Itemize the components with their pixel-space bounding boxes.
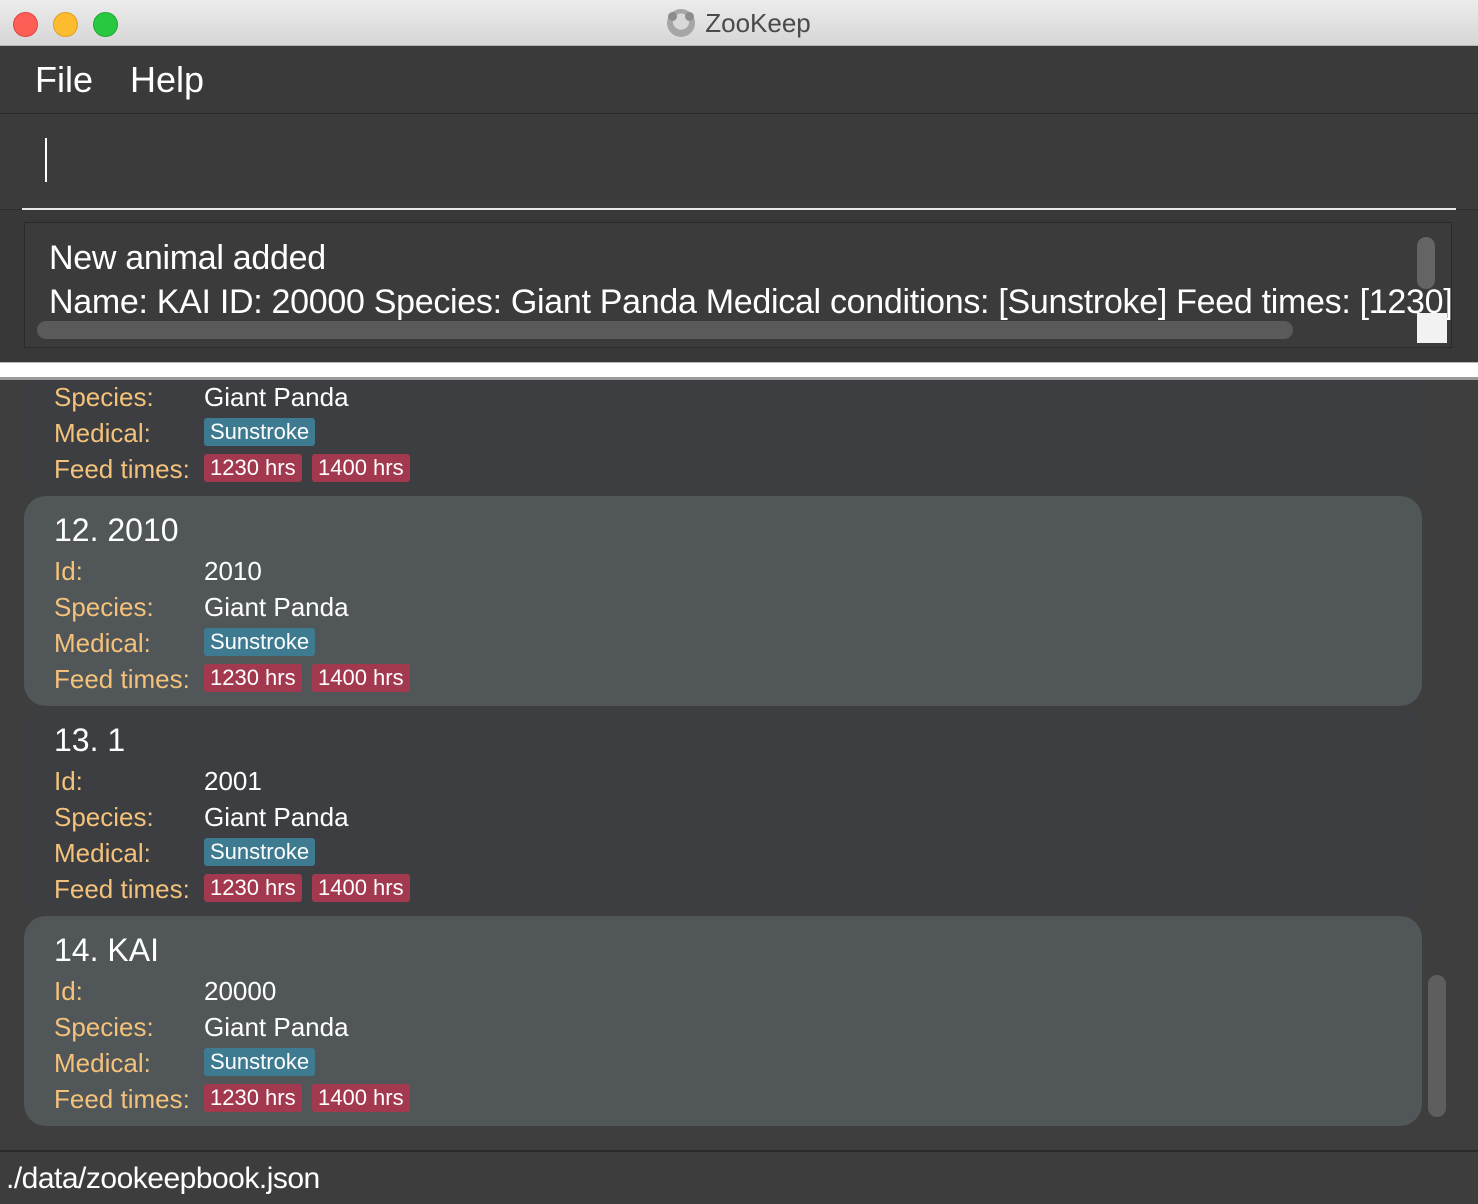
feed-times-label: Feed times: [54,1084,190,1114]
medical-tag: Sunstroke [204,1048,316,1076]
window-title: ZooKeep [705,7,811,38]
menu-file[interactable]: File [35,59,93,101]
animal-card[interactable]: 14. KAI Id: 20000 Species: Giant Panda M… [24,916,1422,1126]
id-label: Id: [54,976,83,1006]
medical-label: Medical: [54,418,151,448]
feed-time-tag: 1400 hrs [312,1084,410,1112]
data-file-path: ./data/zookeepbook.json [6,1162,320,1195]
title-bar: ZooKeep [0,0,1478,46]
medical-tag: Sunstroke [204,838,316,866]
feed-times-label: Feed times: [54,454,190,484]
animal-card[interactable]: 12. 2010 Id: 2010 Species: Giant Panda M… [24,496,1422,706]
species-label: Species: [54,382,154,412]
feed-time-tag: 1230 hrs [204,874,302,902]
id-value: 20000 [204,976,277,1006]
result-vertical-scrollbar[interactable] [1417,237,1435,289]
command-input[interactable] [22,138,1456,210]
animal-title: 14. KAI [54,932,159,968]
menu-help[interactable]: Help [130,59,204,101]
koala-app-icon [667,9,696,37]
species-value: Giant Panda [204,802,349,832]
feed-time-tag: 1230 hrs [204,664,302,692]
species-value: Giant Panda [204,592,349,622]
result-details: Name: KAI ID: 20000 Species: Giant Panda… [49,283,1452,321]
result-horizontal-scrollbar[interactable] [37,321,1293,339]
species-value: Giant Panda [204,1012,349,1042]
text-caret [45,138,47,182]
species-label: Species: [54,802,154,832]
menu-bar: File Help [0,46,1478,114]
result-display[interactable]: New animal added Name: KAI ID: 20000 Spe… [24,222,1452,348]
list-scrollbar[interactable] [1428,975,1446,1117]
medical-tag: Sunstroke [204,628,316,656]
species-label: Species: [54,592,154,622]
id-value: 2001 [204,766,262,796]
feed-times-label: Feed times: [54,664,190,694]
medical-label: Medical: [54,1048,151,1078]
feed-time-tag: 1400 hrs [312,874,410,902]
split-pane-divider[interactable] [0,362,1478,380]
feed-time-tag: 1400 hrs [312,454,410,482]
animal-list[interactable]: Species: Giant Panda Medical: Sunstroke … [0,380,1478,1150]
feed-time-tag: 1230 hrs [204,1084,302,1112]
medical-tag: Sunstroke [204,418,316,446]
species-value: Giant Panda [204,382,349,412]
scroll-corner [1417,313,1447,343]
title-container: ZooKeep [0,0,1478,46]
animal-title: 13. 1 [54,722,126,758]
feed-time-tag: 1230 hrs [204,454,302,482]
feed-times-label: Feed times: [54,874,190,904]
animal-card[interactable]: Species: Giant Panda Medical: Sunstroke … [24,380,1422,496]
result-message: New animal added [49,239,326,277]
animal-title: 12. 2010 [54,512,179,548]
animal-card[interactable]: 13. 1 Id: 2001 Species: Giant Panda Medi… [24,706,1422,916]
species-label: Species: [54,1012,154,1042]
medical-label: Medical: [54,838,151,868]
result-display-panel: New animal added Name: KAI ID: 20000 Spe… [0,210,1478,362]
medical-label: Medical: [54,628,151,658]
feed-time-tag: 1400 hrs [312,664,410,692]
command-box [0,114,1478,210]
id-value: 2010 [204,556,262,586]
id-label: Id: [54,766,83,796]
id-label: Id: [54,556,83,586]
app-window: ZooKeep File Help New animal added Name:… [0,0,1478,1204]
status-bar: ./data/zookeepbook.json [0,1150,1478,1204]
